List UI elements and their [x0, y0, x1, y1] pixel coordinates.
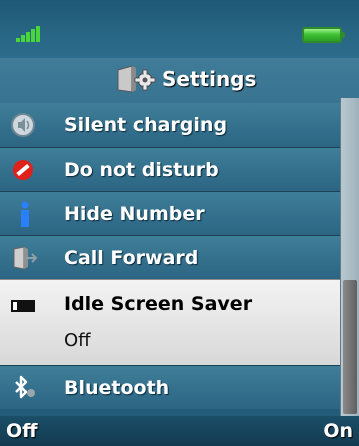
- menu-item-label: Call Forward: [64, 247, 199, 269]
- screen-icon: [11, 300, 35, 312]
- menu-item-label: Bluetooth: [64, 377, 170, 399]
- forward-phone-icon: [13, 246, 38, 270]
- menu-item-label: Silent charging: [64, 114, 228, 136]
- menu-item-bluetooth[interactable]: Bluetooth: [0, 365, 340, 409]
- menu-item-hide-number[interactable]: Hide Number: [0, 191, 340, 235]
- scrollbar-thumb[interactable]: [343, 280, 357, 414]
- status-bar: [0, 0, 359, 58]
- title-bar: Settings: [0, 58, 359, 98]
- left-softkey[interactable]: Off: [6, 416, 38, 446]
- settings-gear-icon: [117, 65, 156, 93]
- menu-item-label: Idle Screen Saver: [64, 293, 253, 315]
- menu-item-silent-charging[interactable]: Silent charging: [0, 103, 340, 147]
- speaker-icon: [11, 113, 35, 137]
- page-title: Settings: [162, 67, 257, 91]
- signal-strength-icon: [16, 26, 42, 42]
- menu-item-value: Off: [64, 330, 91, 351]
- settings-menu-list: Silent charging Do not disturb Hide Numb…: [0, 103, 340, 409]
- menu-item-call-forward[interactable]: Call Forward: [0, 235, 340, 279]
- phone-screen: Settings Silent charging Do not disturb …: [0, 0, 359, 446]
- menu-item-do-not-disturb[interactable]: Do not disturb: [0, 147, 340, 191]
- no-entry-icon: [13, 160, 33, 180]
- bluetooth-icon: [15, 375, 35, 399]
- softkey-bar: Off On: [0, 416, 359, 446]
- menu-item-label: Hide Number: [64, 203, 205, 225]
- right-softkey[interactable]: On: [323, 416, 353, 446]
- info-icon: [21, 201, 29, 227]
- scrollbar[interactable]: [340, 98, 359, 416]
- battery-icon: [302, 27, 345, 43]
- menu-item-label: Do not disturb: [64, 159, 219, 181]
- menu-item-idle-screen-saver[interactable]: Idle Screen Saver Off: [0, 279, 340, 365]
